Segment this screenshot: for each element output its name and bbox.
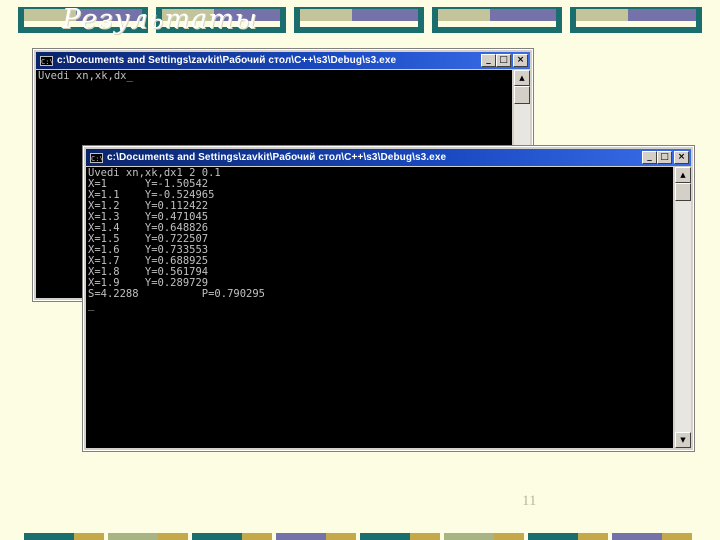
band-block [74,533,104,540]
band-block [578,533,608,540]
band-block [360,533,410,540]
band-block [490,9,556,21]
band-block [300,9,352,21]
band-block [444,533,494,540]
front-window-titlebar[interactable]: C:\ c:\Documents and Settings\zavkit\Раб… [86,149,691,166]
scroll-up-button[interactable]: ▲ [675,167,691,183]
band-block [494,533,524,540]
scroll-down-button[interactable]: ▼ [675,432,691,448]
band-block [300,21,418,27]
front-console-text: Uvedi xn,xk,dx1 2 0.1 X=1 Y=-1.50542 X=1… [88,168,265,311]
console-app-icon: C:\ [40,55,54,66]
band-block [576,21,696,27]
band-block [576,9,628,21]
back-window-title: c:\Documents and Settings\zavkit\Рабочий… [57,55,397,66]
maximize-button[interactable]: □ [496,54,511,67]
console-cursor: _ [88,299,95,311]
front-window-title: c:\Documents and Settings\zavkit\Рабочий… [107,152,447,163]
band-block [528,533,578,540]
scroll-thumb[interactable] [514,86,530,104]
front-console-output[interactable]: Uvedi xn,xk,dx1 2 0.1 X=1 Y=-1.50542 X=1… [86,167,673,448]
slide-title: Результаты [62,4,258,35]
front-window-controls: _ □ × [642,151,689,164]
console-app-icon: C:\ [90,152,104,163]
close-button[interactable]: × [674,151,689,164]
band-block [242,533,272,540]
back-window-titlebar[interactable]: C:\ c:\Documents and Settings\zavkit\Раб… [36,52,530,69]
band-block [662,533,692,540]
band-block [612,533,662,540]
maximize-button[interactable]: □ [657,151,672,164]
band-block [438,9,490,21]
front-console-window[interactable]: C:\ c:\Documents and Settings\zavkit\Раб… [82,145,695,452]
band-block [108,533,158,540]
band-block [158,533,188,540]
front-vertical-scrollbar[interactable]: ▲ ▼ [675,167,691,448]
minimize-button[interactable]: _ [481,54,496,67]
scroll-thumb[interactable] [675,183,691,201]
page-number: 11 [522,493,537,509]
band-block [410,533,440,540]
console-line: Uvedi xn,xk,dx_ [38,70,133,82]
band-block [192,533,242,540]
back-console-text: Uvedi xn,xk,dx_ [38,71,133,82]
band-block [276,533,326,540]
console-line: S=4.2288 P=0.790295 [88,288,266,300]
scroll-up-button[interactable]: ▲ [514,70,530,86]
band-block [438,21,556,27]
minimize-button[interactable]: _ [642,151,657,164]
band-block [24,533,74,540]
band-block [628,9,696,21]
band-block [352,9,418,21]
back-window-controls: _ □ × [481,54,528,67]
close-button[interactable]: × [513,54,528,67]
band-block [326,533,356,540]
